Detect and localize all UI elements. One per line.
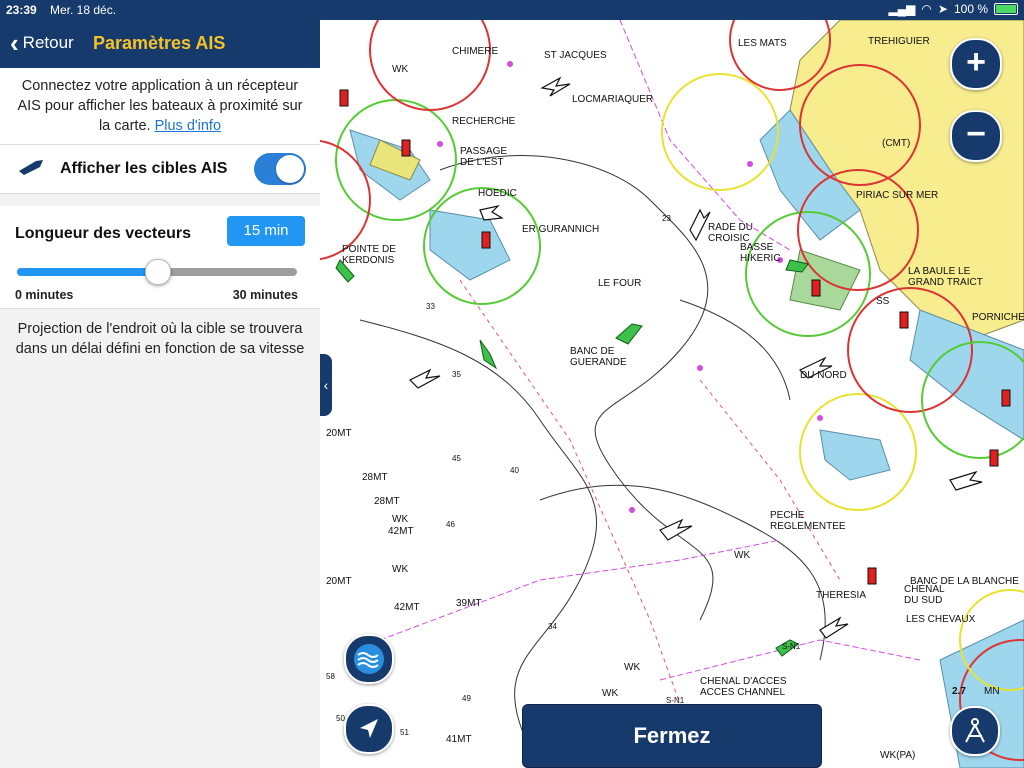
tide-button[interactable]: [344, 634, 394, 684]
map-label: WK: [392, 564, 409, 575]
signal-icon: ▂▄▆: [888, 2, 916, 16]
status-date: Mer. 18 déc.: [50, 3, 117, 17]
map-label: MN: [984, 686, 1000, 697]
map-label: LE FOUR: [598, 278, 642, 289]
map-depth-label: 23: [662, 214, 671, 223]
section-separator: [0, 194, 320, 206]
back-button[interactable]: ‹ Retour: [10, 28, 74, 58]
map-label: WK: [624, 662, 641, 673]
map-label: LOCMARIAQUER: [572, 94, 654, 105]
ais-settings-panel: ‹ Retour Paramètres AIS Connectez votre …: [0, 20, 321, 768]
map-label: PIRIAC SUR MER: [856, 190, 939, 201]
map-label: ST JACQUES: [544, 50, 607, 61]
locate-button[interactable]: [344, 704, 394, 754]
tide-icon: [354, 644, 384, 674]
vector-length-value: 15 min: [227, 216, 305, 246]
map-label: 20MT: [326, 576, 352, 587]
map-label: 42MT: [388, 526, 414, 537]
status-time: 23:39: [6, 3, 37, 17]
map-depth-label: 49: [462, 694, 471, 703]
map-label: SS: [876, 296, 890, 307]
wifi-icon: ◠: [921, 2, 932, 16]
map-label: ER GURANNICH: [522, 224, 600, 235]
map-label: WK: [392, 514, 409, 525]
map-depth-label: 35: [452, 370, 461, 379]
map-label: 2.7: [952, 686, 966, 697]
map-depth-label: 58: [326, 672, 335, 681]
more-info-link[interactable]: Plus d'info: [155, 118, 221, 134]
compass-icon: [965, 718, 985, 743]
zoom-out-button[interactable]: −: [950, 110, 1002, 162]
zoom-in-button[interactable]: +: [950, 38, 1002, 90]
page-title: Paramètres AIS: [93, 33, 226, 53]
map-depth-label: 33: [426, 302, 435, 311]
map-label: WK: [734, 550, 751, 561]
map-label: LES CHEVAUX: [906, 614, 976, 625]
map-depth-label: 46: [446, 520, 455, 529]
map-label: PASSAGE DE L'EST: [460, 146, 508, 168]
vector-length-label: Longueur des vecteurs: [15, 225, 192, 242]
map-label: LA BAULE LE GRAND TRAICT: [908, 266, 983, 288]
slider-fill: [17, 268, 157, 276]
map-label: 39MT: [456, 598, 482, 609]
slider-thumb[interactable]: [145, 259, 171, 285]
map-label: PECHE REGLEMENTEE: [770, 510, 846, 532]
navigation-arrow-icon: [360, 719, 378, 738]
map-label: 28MT: [374, 496, 400, 507]
status-right: ▂▄▆ ◠ ➤ 100 %: [888, 2, 1018, 16]
map-label: (CMT): [882, 138, 911, 149]
slider-max-label: 30 minutes: [232, 288, 298, 302]
ship-icon: [19, 160, 43, 175]
map-label: WK: [602, 688, 619, 699]
map-label: POINTE DE KERDONIS: [342, 244, 396, 266]
back-label: Retour: [22, 33, 74, 52]
slider-min-label: 0 minutes: [15, 288, 74, 302]
chart-background: [320, 20, 1024, 768]
map-label: CHENAL D'ACCES ACCES CHANNEL: [700, 676, 787, 698]
nautical-chart[interactable]: CHIMERE ST JACQUES LES MATS TREHIGUIER W…: [320, 20, 1024, 768]
map-label: WK: [392, 64, 409, 75]
map-label: THERESIA: [816, 590, 867, 601]
panel-collapse-tab[interactable]: ‹: [320, 354, 332, 416]
map-depth-label: 40: [510, 466, 519, 475]
close-button[interactable]: Fermez: [522, 704, 822, 768]
vector-length-section: Longueur des vecteurs 15 min 0 minutes 3…: [0, 206, 320, 309]
map-label: S-N1: [782, 642, 801, 651]
map-label: WK(PA): [880, 750, 916, 761]
map-label: RADE DU CROISIC: [708, 222, 754, 244]
map-label: 20MT: [326, 428, 352, 439]
map-depth-label: 34: [548, 622, 557, 631]
map-label: 42MT: [394, 602, 420, 613]
vector-length-slider[interactable]: [17, 259, 297, 285]
map-label: BASSE HIKERIC: [740, 242, 781, 264]
description: Connectez votre application à un récepte…: [0, 68, 320, 145]
map-label: CHENAL DU SUD: [904, 584, 945, 606]
map-label: 41MT: [446, 734, 472, 745]
ais-targets-toggle[interactable]: [254, 153, 306, 185]
map-label: LES MATS: [738, 38, 787, 49]
toggle-knob: [276, 155, 304, 183]
map-label: 28MT: [362, 472, 388, 483]
map-label: PORNICHET: [972, 312, 1024, 323]
chevron-left-icon: ‹: [323, 377, 329, 393]
map-depth-label: 45: [452, 454, 461, 463]
ais-targets-label: Afficher les cibles AIS: [60, 160, 228, 177]
map-label: DU NORD: [800, 370, 847, 381]
nav-bar: ‹ Retour Paramètres AIS: [0, 20, 320, 68]
map-label: CHIMERE: [452, 46, 499, 57]
map-label: TREHIGUIER: [868, 36, 930, 47]
map-label: BANC DE GUERANDE: [570, 346, 627, 368]
location-icon: ➤: [937, 2, 948, 16]
chevron-left-icon: ‹: [10, 28, 19, 58]
map-label: RECHERCHE: [452, 116, 516, 127]
map-label: HOEDIC: [478, 188, 517, 199]
ais-targets-row: Afficher les cibles AIS: [0, 145, 320, 194]
vector-help-text: Projection de l'endroit où la cible se t…: [15, 321, 305, 357]
map-depth-label: 51: [400, 728, 409, 737]
status-bar: 23:39 Mer. 18 déc. ▂▄▆ ◠ ➤ 100 %: [0, 0, 1024, 20]
battery-icon: [994, 3, 1018, 15]
compass-button[interactable]: [950, 706, 1000, 756]
battery-percent: 100 %: [953, 2, 988, 16]
